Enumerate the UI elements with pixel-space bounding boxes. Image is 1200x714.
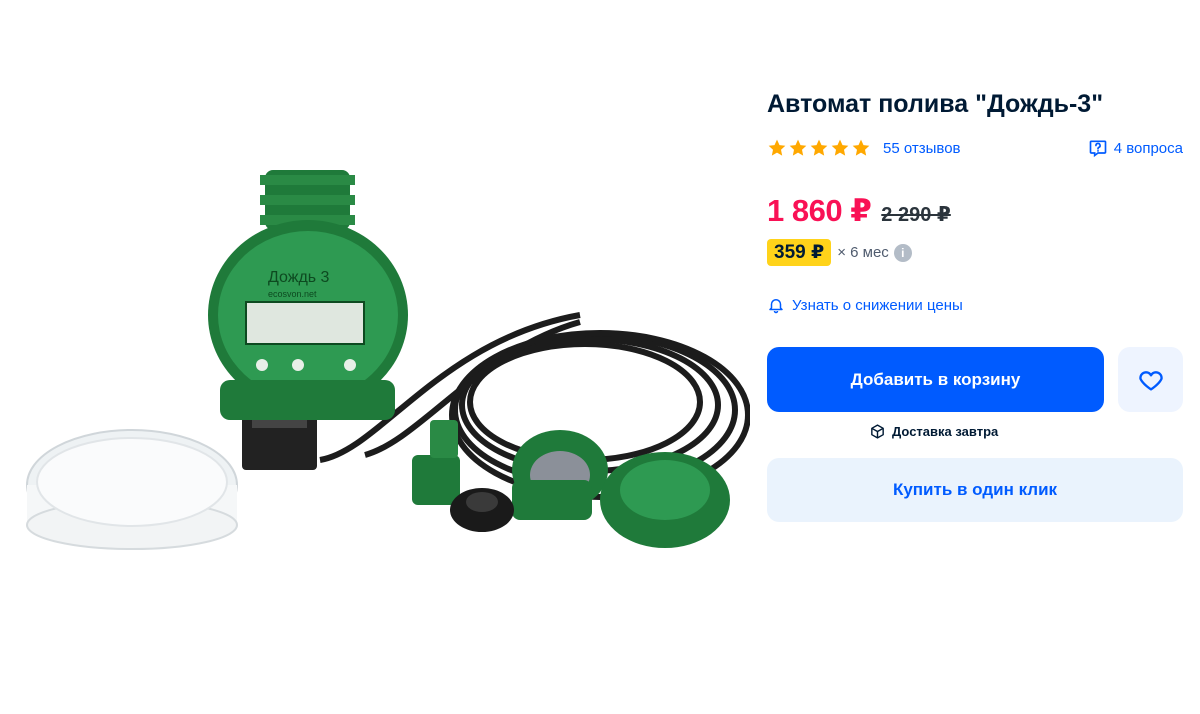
clear-cap	[26, 429, 238, 550]
installment-amount[interactable]: 359 ₽	[767, 239, 832, 266]
question-bubble-icon	[1089, 140, 1107, 158]
star-icon	[852, 139, 870, 156]
product-image[interactable]: Дождь 3 ecosvon.net	[20, 90, 750, 610]
info-icon[interactable]: i	[893, 243, 912, 262]
svg-text:Дождь 3: Дождь 3	[268, 269, 330, 286]
wishlist-button[interactable]	[1118, 347, 1183, 412]
installment-term: × 6 мес	[837, 244, 889, 261]
product-info: Автомат полива "Дождь-3" 55 отзывов 4 во…	[767, 88, 1183, 522]
old-price: 2 290 ₽	[881, 204, 951, 226]
buy-one-click-button[interactable]: Купить в один клик	[767, 458, 1183, 522]
installment-row: 359 ₽ × 6 мес i	[767, 239, 1183, 266]
price-drop-alert-label: Узнать о снижении цены	[792, 296, 963, 314]
svg-text:ecosvon.net: ecosvon.net	[268, 289, 317, 299]
delivery-label: Доставка завтра	[892, 424, 999, 439]
questions-label: 4 вопроса	[1113, 139, 1183, 157]
star-icon	[831, 139, 849, 156]
current-price: 1 860 ₽	[767, 193, 872, 228]
questions-link[interactable]: 4 вопроса	[1088, 138, 1183, 158]
box-icon	[871, 424, 884, 439]
delivery-info: Доставка завтра	[767, 423, 1183, 440]
product-photo: Дождь 3 ecosvon.net	[26, 170, 750, 550]
price-drop-alert-link[interactable]: Узнать о снижении цены	[767, 296, 1183, 314]
reviews-link[interactable]: 55 отзывов	[883, 140, 961, 157]
bell-icon	[769, 299, 783, 314]
price-row: 1 860 ₽ 2 290 ₽	[767, 193, 1183, 229]
star-icon	[768, 139, 786, 156]
star-icon	[810, 139, 828, 156]
product-title: Автомат полива "Дождь-3"	[767, 90, 1104, 118]
star-icon	[789, 139, 807, 156]
add-to-cart-button[interactable]: Добавить в корзину	[767, 347, 1104, 412]
rating-stars[interactable]	[767, 138, 871, 158]
heart-icon	[1138, 370, 1163, 390]
rating-row: 55 отзывов 4 вопроса	[767, 137, 1183, 159]
cart-row: Добавить в корзину	[767, 347, 1183, 412]
